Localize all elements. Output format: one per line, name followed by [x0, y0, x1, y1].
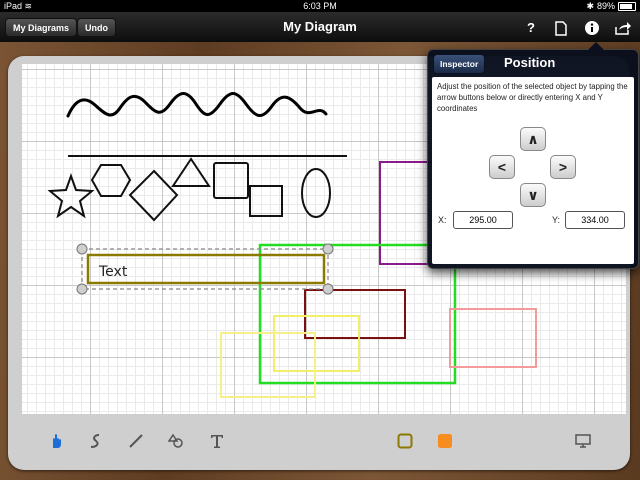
move-up-button[interactable]: ∧	[520, 127, 546, 151]
bottom-toolbar	[22, 418, 626, 464]
status-bar: iPad ≋ 6:03 PM ✱ 89%	[0, 0, 640, 12]
chevron-up-icon: ∧	[527, 131, 539, 147]
ellipse-shape[interactable]	[301, 168, 331, 218]
status-time: 6:03 PM	[303, 1, 337, 11]
popover-arrow	[588, 42, 604, 50]
stroke-color-icon[interactable]	[392, 428, 418, 454]
move-left-button[interactable]: <	[489, 155, 515, 179]
square-shape[interactable]	[213, 162, 249, 199]
selection-handle[interactable]	[322, 243, 334, 255]
fill-color-icon[interactable]	[432, 428, 458, 454]
present-icon[interactable]	[570, 428, 596, 454]
small-square-shape[interactable]	[249, 185, 283, 217]
dark-red-rectangle[interactable]	[304, 289, 406, 339]
move-down-button[interactable]: ∨	[520, 183, 546, 207]
yellow-rectangle-inner[interactable]	[273, 315, 360, 372]
chevron-left-icon: <	[497, 159, 507, 175]
yellow-rectangle-outer[interactable]	[220, 332, 316, 398]
selection-handle[interactable]	[322, 283, 334, 295]
x-coordinate-input[interactable]: 295.00	[453, 211, 513, 229]
chevron-right-icon: >	[558, 159, 568, 175]
pink-rectangle[interactable]	[449, 308, 537, 368]
x-label: X:	[438, 215, 447, 225]
text-tool-icon[interactable]	[204, 428, 230, 454]
line-icon[interactable]	[123, 428, 149, 454]
star-shape[interactable]	[47, 173, 95, 219]
y-coordinate-input[interactable]: 334.00	[565, 211, 625, 229]
diamond-shape[interactable]	[128, 169, 179, 222]
share-icon[interactable]	[613, 18, 633, 38]
inspector-back-button[interactable]: Inspector	[433, 54, 486, 74]
shapes-icon[interactable]	[163, 428, 189, 454]
green-rectangle[interactable]	[258, 243, 457, 385]
chevron-down-icon: ∨	[527, 187, 539, 203]
canvas-text[interactable]: Text	[98, 264, 128, 280]
bluetooth-icon: ✱	[586, 1, 594, 11]
hexagon-shape[interactable]	[90, 164, 132, 197]
selection-handle[interactable]	[76, 243, 88, 255]
info-icon[interactable]	[582, 18, 602, 38]
inspector-header: Inspector Position	[428, 50, 638, 76]
y-label: Y:	[552, 215, 561, 225]
inspector-body: Adjust the position of the selected obje…	[432, 77, 634, 264]
battery-icon	[618, 1, 636, 11]
move-right-button[interactable]: >	[550, 155, 576, 179]
inspector-popover: Inspector Position Adjust the position o…	[427, 42, 639, 269]
freehand-squiggle[interactable]	[66, 92, 328, 118]
navigation-bar: My Diagrams Undo My Diagram ?	[0, 12, 640, 42]
freehand-icon[interactable]	[82, 428, 108, 454]
selection-handle[interactable]	[76, 283, 88, 295]
battery-percent: 89%	[596, 1, 615, 11]
triangle-shape[interactable]	[171, 157, 211, 187]
page-title: My Diagram	[283, 19, 357, 34]
page-icon[interactable]	[551, 18, 571, 38]
status-right: ✱ 89%	[586, 0, 636, 12]
hand-icon[interactable]	[43, 428, 69, 454]
inspector-title: Position	[504, 55, 556, 70]
help-icon[interactable]: ?	[521, 18, 541, 38]
inspector-description: Adjust the position of the selected obje…	[437, 82, 628, 113]
